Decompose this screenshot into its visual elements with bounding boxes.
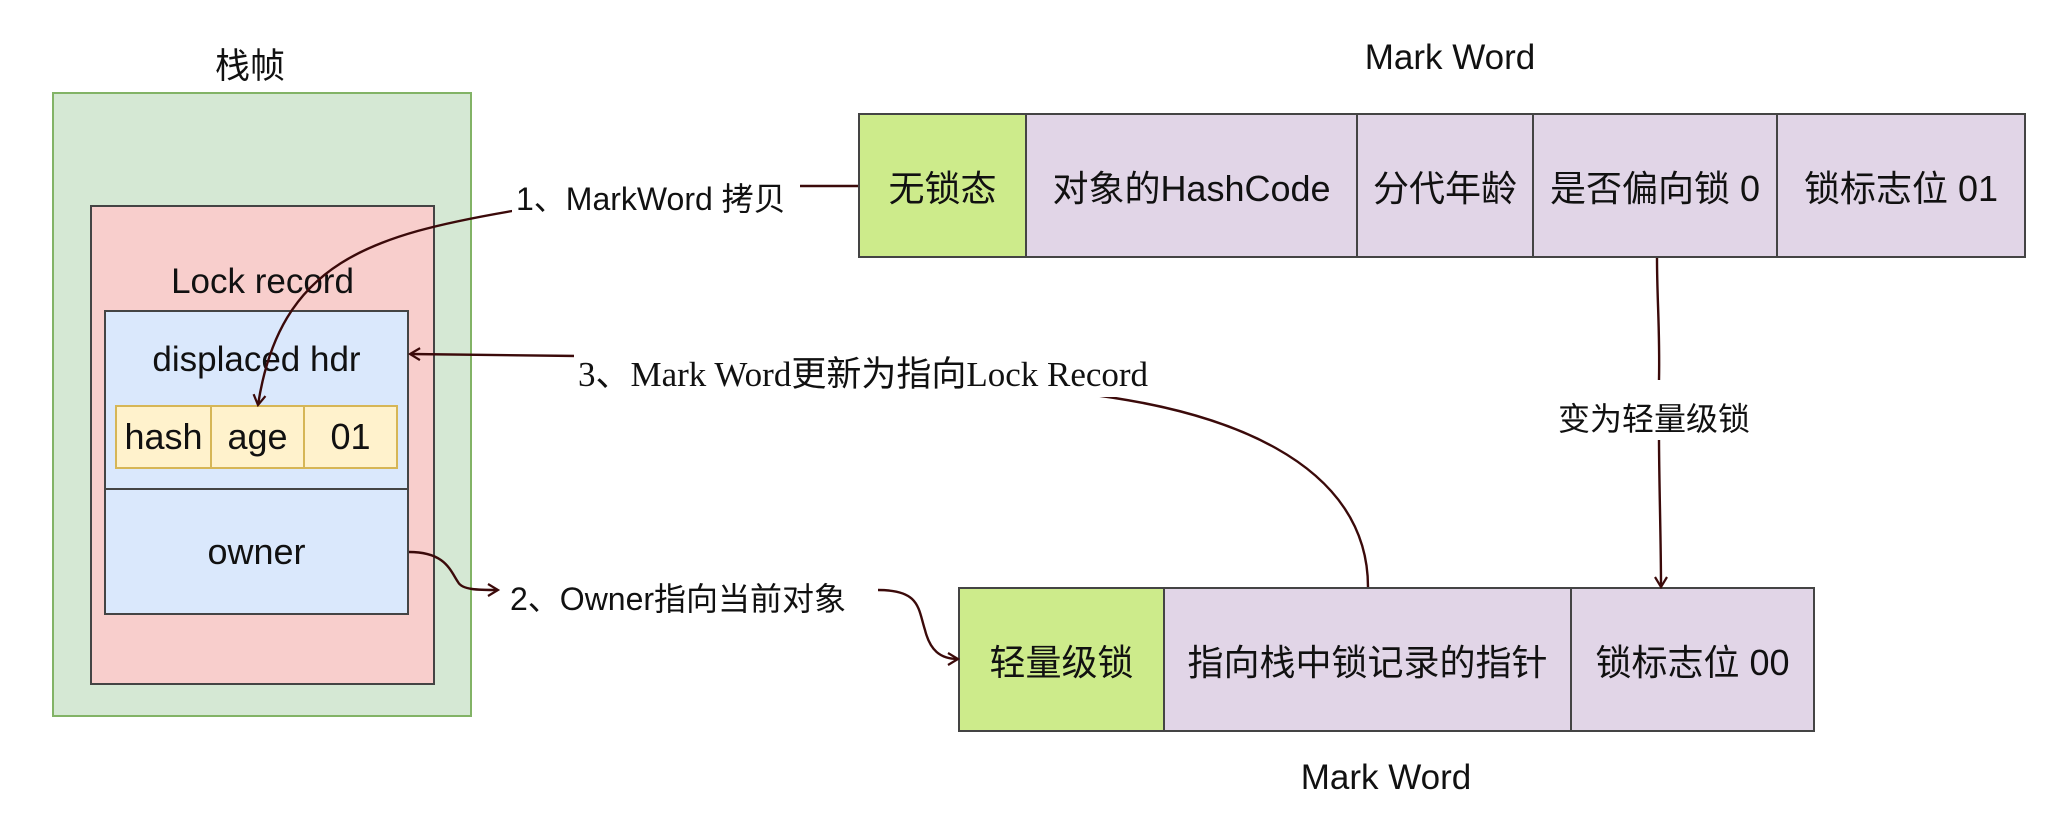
step1-curve	[252, 208, 519, 408]
step3-label: 3、Mark Word更新为指向Lock Record	[574, 346, 1153, 397]
step3-curve	[1014, 386, 1370, 588]
transition-arrow-top	[1655, 257, 1661, 381]
step2-label: 2、Owner指向当前对象	[506, 574, 851, 620]
transition-label: 变为轻量级锁	[1554, 394, 1755, 440]
step3-arrow	[407, 347, 579, 362]
arrow-layer	[252, 184, 1668, 666]
transition-arrow-bottom	[1654, 436, 1668, 590]
step1-label: 1、MarkWord 拷贝	[512, 174, 790, 220]
step2-out-arrow	[877, 588, 961, 666]
step2-in-arrow	[408, 550, 501, 597]
